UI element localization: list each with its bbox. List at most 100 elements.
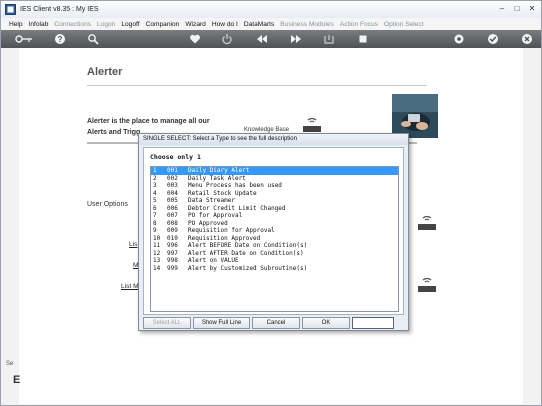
item-code: 001 <box>167 167 178 174</box>
item-number: 7 <box>153 212 157 219</box>
item-number: 4 <box>153 189 157 197</box>
type-listbox[interactable]: 1 001 Daily Diary Alert 2 002 Daily Task Ale… <box>150 166 399 312</box>
item-number: 12 <box>153 249 161 257</box>
item-description: Requisition for Approval <box>188 227 275 234</box>
dialog-title: SINGLE SELECT: Select a Type to see the … <box>139 134 408 145</box>
rewind-icon[interactable] <box>256 33 268 45</box>
menu-business-modules[interactable]: Business Modules <box>280 21 334 28</box>
svg-text:?: ? <box>58 35 63 44</box>
fast-forward-icon[interactable] <box>290 33 302 45</box>
tray-icon[interactable] <box>323 33 335 45</box>
item-description: Daily Diary Alert <box>188 167 250 174</box>
item-number: 14 <box>153 264 161 272</box>
close-window-icon[interactable]: ✕ <box>527 4 537 14</box>
item-code: 998 <box>167 257 178 264</box>
signal-icon[interactable] <box>417 274 437 294</box>
item-code: 003 <box>167 182 178 189</box>
list-link-c[interactable]: List M <box>121 283 139 290</box>
item-number: 13 <box>153 257 161 264</box>
choose-heading: Choose only 1 <box>150 153 201 161</box>
menu-option-select[interactable]: Option Select <box>384 21 424 28</box>
ok-button[interactable]: OK <box>302 317 350 329</box>
heart-icon[interactable] <box>189 33 201 45</box>
list-item[interactable]: 13 998 Alert on VALUE <box>151 257 398 265</box>
menu-connections[interactable]: Connections <box>54 21 91 28</box>
list-item[interactable]: 9 009 Requisition for Approval <box>151 227 398 235</box>
list-item[interactable]: 5 005 Data Streamer <box>151 197 398 205</box>
window-title: IES Client v8.35 : My IES <box>20 6 99 13</box>
item-number: 8 <box>153 219 157 227</box>
close-icon[interactable] <box>521 33 533 45</box>
item-code: 004 <box>167 189 178 197</box>
stop-icon[interactable] <box>357 33 369 45</box>
dialog-body: Choose only 1 1 001 Daily Diary Alert 2 002… <box>143 147 404 315</box>
list-item[interactable]: 7 007 PO for Approval <box>151 212 398 220</box>
menu-wizard[interactable]: Wizard <box>185 21 206 28</box>
item-description: Alert AFTER Date on Condition(s) <box>188 249 304 257</box>
app-window: IES Client v8.35 : My IES – □ ✕ Help Inf… <box>0 0 542 406</box>
menu-infolab[interactable]: Infolab <box>29 21 49 28</box>
menu-help[interactable]: Help <box>9 21 23 28</box>
dialog-button-bar: Select ALL Show Full Line Cancel OK <box>143 317 404 329</box>
list-item[interactable]: 11 996 Alert BEFORE Date on Condition(s) <box>151 242 398 250</box>
list-link-a[interactable]: Lis <box>129 241 137 248</box>
item-description: Retail Stock Update <box>188 189 257 197</box>
item-code: 999 <box>167 264 178 272</box>
signal-icon[interactable] <box>417 212 437 232</box>
title-bar: IES Client v8.35 : My IES – □ ✕ <box>1 1 541 18</box>
help-icon[interactable]: ? <box>54 33 66 45</box>
menu-logon[interactable]: Logon <box>97 21 115 28</box>
list-item[interactable]: 1 001 Daily Diary Alert <box>151 167 398 175</box>
item-code: 010 <box>167 234 178 242</box>
intro-line-1: Alerter is the place to manage all our <box>87 118 210 125</box>
key-icon[interactable] <box>15 33 33 45</box>
title-divider <box>87 85 427 86</box>
menu-bar: Help Infolab Connections Logon Logoff Co… <box>1 18 541 30</box>
item-number: 3 <box>153 182 157 189</box>
list-item[interactable]: 10 010 Requisition Approved <box>151 235 398 243</box>
menu-companion[interactable]: Companion <box>146 21 180 28</box>
check-icon[interactable] <box>487 33 499 45</box>
list-item[interactable]: 3 003 Menu Process has been used <box>151 182 398 190</box>
item-code: 008 <box>167 219 178 227</box>
menu-logoff[interactable]: Logoff <box>121 21 139 28</box>
item-description: Menu Process has been used <box>188 182 282 189</box>
item-code: 996 <box>167 242 178 249</box>
menu-datamarts[interactable]: DataMarts <box>244 21 274 28</box>
item-code: 009 <box>167 227 178 234</box>
select-all-button[interactable]: Select ALL <box>143 317 191 329</box>
item-description: Alert BEFORE Date on Condition(s) <box>188 242 308 249</box>
item-number: 10 <box>153 234 161 242</box>
item-number: 1 <box>153 167 157 174</box>
list-item[interactable]: 8 008 PO Approved <box>151 220 398 228</box>
search-icon[interactable] <box>87 33 99 45</box>
item-code: 005 <box>167 197 178 204</box>
list-item[interactable]: 4 004 Retail Stock Update <box>151 190 398 198</box>
menu-action-focus[interactable]: Action Focus <box>340 21 378 28</box>
item-description: Alert by Customized Subroutine(s) <box>188 264 308 272</box>
menu-how-do-i[interactable]: How do I <box>212 21 238 28</box>
list-item[interactable]: 6 006 Debtor Credit Limit Changed <box>151 205 398 213</box>
minimize-icon[interactable]: – <box>497 4 507 14</box>
item-description: Debtor Credit Limit Changed <box>188 204 286 212</box>
list-item[interactable]: 2 002 Daily Task Alert <box>151 175 398 183</box>
settings-icon[interactable] <box>453 33 465 45</box>
item-description: Daily Task Alert <box>188 174 246 182</box>
item-number: 6 <box>153 204 157 212</box>
cancel-button[interactable]: Cancel <box>252 317 300 329</box>
item-number: 2 <box>153 174 157 182</box>
item-description: PO Approved <box>188 219 228 227</box>
list-item[interactable]: 14 999 Alert by Customized Subroutine(s) <box>151 265 398 273</box>
power-icon[interactable] <box>221 33 233 45</box>
knowledge-base-icon[interactable] <box>302 114 322 134</box>
item-number: 5 <box>153 197 157 204</box>
list-item[interactable]: 12 997 Alert AFTER Date on Condition(s) <box>151 250 398 258</box>
item-description: PO for Approval <box>188 212 243 219</box>
selection-input[interactable] <box>352 317 394 329</box>
item-description: Requisition Approved <box>188 234 261 242</box>
hero-image <box>392 94 438 138</box>
left-panel-label: Se <box>6 361 14 367</box>
show-full-line-button[interactable]: Show Full Line <box>193 317 250 329</box>
maximize-icon[interactable]: □ <box>512 4 522 14</box>
item-code: 006 <box>167 204 178 212</box>
